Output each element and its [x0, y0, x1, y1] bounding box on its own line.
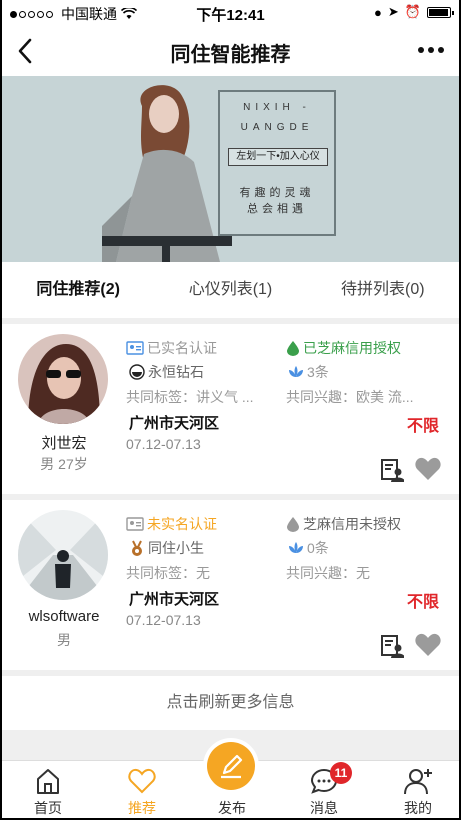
promo-banner[interactable]: NIXIH - UANGDE 左划一下•加入心仪 有趣的灵魂 总会相遇 — [2, 76, 459, 262]
tab-messages[interactable]: 消息 — [284, 761, 364, 818]
lotus-icon — [289, 366, 303, 377]
tab-home-label: 首页 — [34, 800, 62, 816]
banner-woman-image — [102, 85, 232, 262]
diamond-badge-icon — [129, 364, 145, 380]
more-button[interactable] — [415, 40, 447, 60]
location-arrow-icon: ➤ — [387, 4, 399, 19]
battery-icon — [427, 6, 454, 18]
avatar[interactable] — [18, 510, 108, 600]
tab-messages-label: 消息 — [310, 800, 338, 816]
credit-status: 芝麻信用未授权 — [286, 514, 401, 534]
banner-text-frame: NIXIH - UANGDE 左划一下•加入心仪 有趣的灵魂 总会相遇 — [218, 90, 336, 236]
tab-recommend-label: 推荐 — [128, 800, 156, 816]
member-level: 同住小生 — [129, 538, 204, 558]
verify-status: 已实名认证 — [126, 338, 217, 358]
banner-pill: 左划一下•加入心仪 — [228, 148, 328, 166]
credit-status: 已芝麻信用授权 — [286, 338, 401, 358]
member-level: 永恒钻石 — [129, 362, 204, 382]
app-screen: 中国联通 下午12:41 ● ➤ ⏰ 同住智能推荐 NIXIH - UANGDE… — [2, 0, 459, 818]
location: 广州市天河区 — [129, 415, 220, 432]
heart-icon[interactable] — [415, 633, 441, 657]
common-interests: 共同兴趣：无 — [286, 565, 370, 581]
tab-recommend-nav[interactable]: 推荐 — [102, 761, 182, 818]
location: 广州市天河区 — [129, 591, 220, 608]
id-card-icon — [126, 341, 144, 355]
dates: 07.12-07.13 — [126, 612, 201, 628]
tab-home[interactable]: 首页 — [8, 761, 88, 818]
tab-pending[interactable]: 待拼列表(0) — [307, 262, 459, 318]
verify-status: 未实名认证 — [126, 514, 217, 534]
roommate-card[interactable]: 刘世宏 男 27岁 已实名认证 已芝麻信用授权 永恒钻石 3条 共同标签：讲义气… — [2, 324, 459, 494]
status-bar: 中国联通 下午12:41 ● ➤ ⏰ — [2, 0, 459, 26]
messages-badge: 11 — [330, 762, 352, 784]
sesame-credit-icon — [287, 517, 299, 532]
price: 不限 — [406, 418, 439, 435]
add-user-icon — [404, 769, 432, 795]
avatar[interactable] — [18, 334, 108, 424]
common-tags: 共同标签：无 — [126, 565, 210, 581]
tab-bar: 同住推荐(2) 心仪列表(1) 待拼列表(0) — [2, 262, 459, 318]
review-count: 3条 — [288, 362, 329, 382]
user-name: 刘世宏 — [41, 435, 87, 452]
tab-favorites[interactable]: 心仪列表(1) — [154, 262, 306, 318]
nav-bar: 同住智能推荐 — [2, 26, 459, 76]
banner-line-4: 总会相遇 — [247, 203, 307, 215]
level-label: 同住小生 — [148, 540, 204, 556]
level-label: 永恒钻石 — [148, 364, 204, 380]
common-interests: 共同兴趣：欧美 流... — [286, 389, 414, 405]
heart-icon[interactable] — [415, 457, 441, 481]
more-dot-icon — [418, 47, 424, 53]
lotus-icon — [289, 542, 303, 553]
credit-label: 已芝麻信用授权 — [303, 340, 401, 356]
contact-card-icon[interactable] — [380, 634, 404, 658]
tab-mine[interactable]: 我的 — [378, 761, 458, 818]
common-tags: 共同标签：讲义气 ... — [126, 389, 254, 405]
user-gender-age: 男 — [57, 632, 71, 648]
page-title: 同住智能推荐 — [170, 44, 291, 66]
review-count: 0条 — [288, 538, 329, 558]
verify-label: 已实名认证 — [147, 340, 217, 356]
more-dot-icon — [438, 47, 444, 53]
banner-line-2: UANGDE — [240, 122, 314, 133]
verify-label: 未实名认证 — [147, 516, 217, 532]
tab-recommend[interactable]: 同住推荐(2) — [2, 262, 154, 318]
publish-button[interactable] — [207, 742, 255, 790]
price: 不限 — [406, 594, 439, 611]
medal-icon — [132, 540, 142, 556]
heart-outline-icon — [128, 768, 156, 794]
tab-mine-label: 我的 — [404, 800, 432, 816]
user-name: wlsoftware — [28, 608, 100, 625]
banner-line-1: NIXIH - — [243, 102, 311, 113]
alarm-icon: ⏰ — [404, 4, 421, 19]
pencil-icon — [221, 754, 243, 779]
dates: 07.12-07.13 — [126, 436, 201, 452]
banner-line-3: 有趣的灵魂 — [239, 187, 315, 199]
sesame-credit-icon — [287, 341, 299, 356]
roommate-card[interactable]: wlsoftware 男 未实名认证 芝麻信用未授权 同住小生 0条 共同标签：… — [2, 500, 459, 670]
contact-card-icon[interactable] — [380, 458, 404, 482]
user-gender-age: 男 27岁 — [40, 456, 88, 472]
count-label: 3条 — [307, 364, 329, 380]
home-icon — [37, 769, 59, 794]
refresh-more-button[interactable]: 点击刷新更多信息 — [2, 676, 459, 730]
more-dot-icon — [428, 47, 434, 53]
id-card-icon — [126, 517, 144, 531]
tab-publish-label: 发布 — [218, 800, 246, 816]
count-label: 0条 — [307, 540, 329, 556]
status-right: ● ➤ ⏰ — [374, 4, 454, 20]
lock-rotation-icon: ● — [374, 4, 382, 20]
credit-label: 芝麻信用未授权 — [303, 516, 401, 532]
